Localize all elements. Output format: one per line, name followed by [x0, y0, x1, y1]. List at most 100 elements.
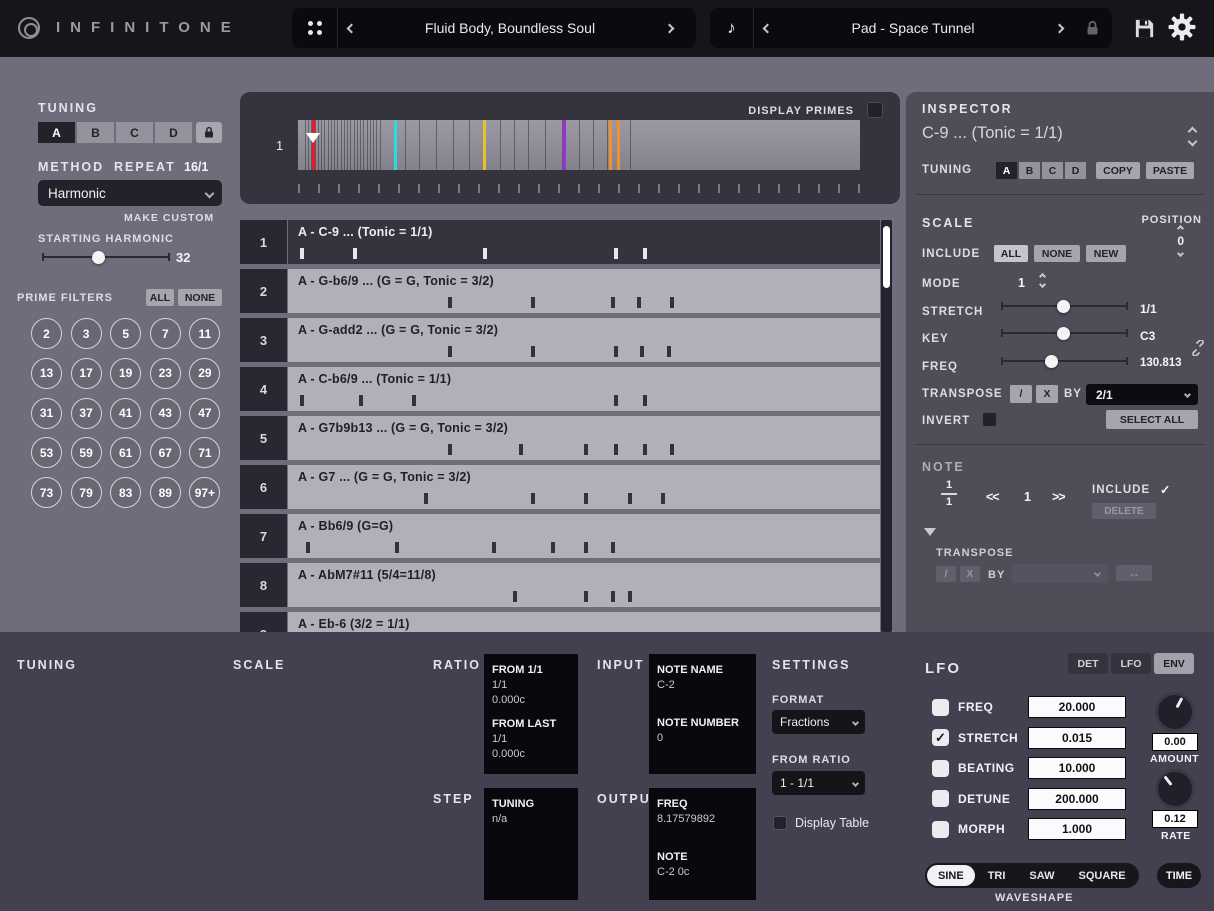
- lfo-tab-det[interactable]: DET: [1068, 653, 1108, 674]
- beating-value-field[interactable]: 10.000: [1028, 757, 1126, 780]
- from-ratio-dropdown[interactable]: 1 - 1/1: [772, 771, 865, 795]
- prime-filter-83[interactable]: 83: [110, 477, 142, 509]
- sequence-row[interactable]: 1 A - C-9 ... (Tonic = 1/1): [240, 220, 880, 264]
- harmonic-strip[interactable]: [298, 120, 860, 170]
- patch-browser-button[interactable]: ♪: [710, 8, 754, 48]
- sequence-scrollbar-thumb[interactable]: [883, 226, 890, 288]
- prime-filter-17[interactable]: 17: [70, 357, 102, 389]
- song-prev-button[interactable]: [338, 23, 364, 33]
- slider-handle[interactable]: [1057, 327, 1070, 340]
- starting-harmonic-slider[interactable]: [42, 251, 170, 264]
- tuning-tab-a[interactable]: A: [996, 162, 1017, 179]
- selection-stepper[interactable]: [1187, 126, 1198, 147]
- prime-filter-61[interactable]: 61: [110, 437, 142, 469]
- song-next-button[interactable]: [656, 23, 682, 33]
- prime-filter-43[interactable]: 43: [149, 397, 181, 429]
- note-index-value[interactable]: 1: [1024, 490, 1031, 504]
- sequence-row-body[interactable]: A - G7b9b13 ... (G = G, Tonic = 3/2): [288, 416, 880, 460]
- display-table-checkbox[interactable]: [773, 816, 787, 830]
- prime-filter-37[interactable]: 37: [70, 397, 102, 429]
- prime-filter-53[interactable]: 53: [31, 437, 62, 469]
- wave-sine-button[interactable]: SINE: [927, 865, 975, 886]
- prime-filter-79[interactable]: 79: [70, 477, 102, 509]
- freq-slider[interactable]: [1001, 355, 1128, 368]
- slider-handle[interactable]: [1045, 355, 1058, 368]
- prime-filter-7[interactable]: 7: [149, 318, 181, 349]
- repeat-value[interactable]: 16/1: [184, 160, 208, 174]
- select-all-button[interactable]: SELECT ALL: [1106, 410, 1198, 429]
- tuning-tab-c[interactable]: C: [116, 122, 153, 143]
- wave-square-button[interactable]: SQUARE: [1067, 865, 1136, 886]
- sequence-row[interactable]: 6 A - G7 ... (G = G, Tonic = 3/2): [240, 465, 880, 509]
- tuning-tab-d[interactable]: D: [155, 122, 192, 143]
- rate-value-field[interactable]: 0.12: [1152, 810, 1198, 828]
- song-preset-title[interactable]: Fluid Body, Boundless Soul: [364, 20, 656, 36]
- method-dropdown[interactable]: Harmonic: [38, 180, 222, 206]
- prime-filter-13[interactable]: 13: [31, 357, 62, 389]
- include-new-button[interactable]: NEW: [1086, 245, 1126, 262]
- prime-filter-2[interactable]: 2: [31, 318, 62, 349]
- mode-stepper[interactable]: [1038, 272, 1047, 289]
- stretch-slider[interactable]: [1001, 300, 1128, 313]
- slider-handle[interactable]: [1057, 300, 1070, 313]
- key-value[interactable]: C3: [1140, 329, 1155, 343]
- prime-filter-23[interactable]: 23: [149, 357, 181, 389]
- sequence-row-body[interactable]: A - G-b6/9 ... (G = G, Tonic = 3/2): [288, 269, 880, 313]
- detune-value-field[interactable]: 200.000: [1028, 787, 1126, 810]
- sequence-row[interactable]: 4 A - C-b6/9 ... (Tonic = 1/1): [240, 367, 880, 411]
- chevron-up-icon[interactable]: [1187, 126, 1198, 137]
- key-freq-unlink-button[interactable]: [1190, 339, 1206, 361]
- mode-value[interactable]: 1: [1018, 276, 1025, 290]
- sequence-row-body[interactable]: A - AbM7#11 (5/4=11/8): [288, 563, 880, 607]
- stretch-checkbox[interactable]: ✓: [932, 729, 949, 747]
- prime-filter-41[interactable]: 41: [110, 397, 142, 429]
- repeat-label[interactable]: REPEAT: [114, 160, 176, 174]
- starting-harmonic-value[interactable]: 32: [176, 250, 190, 265]
- freq-checkbox[interactable]: [932, 698, 949, 716]
- beating-checkbox[interactable]: [932, 759, 949, 777]
- include-all-button[interactable]: ALL: [994, 245, 1028, 262]
- sequence-row[interactable]: 3 A - G-add2 ... (G = G, Tonic = 3/2): [240, 318, 880, 362]
- patch-preset-title[interactable]: Pad - Space Tunnel: [780, 20, 1046, 36]
- preset-browser-button[interactable]: [292, 8, 338, 48]
- sequence-row-body[interactable]: A - G7 ... (G = G, Tonic = 3/2): [288, 465, 880, 509]
- make-custom-link[interactable]: MAKE CUSTOM: [124, 212, 214, 224]
- save-button[interactable]: [1133, 17, 1156, 45]
- sequence-row[interactable]: 7 A - Bb6/9 (G=G): [240, 514, 880, 558]
- sequence-row-body[interactable]: A - Eb-6 (3/2 = 1/1): [288, 612, 880, 632]
- morph-checkbox[interactable]: [932, 820, 949, 838]
- tuning-tab-b[interactable]: B: [77, 122, 114, 143]
- tuning-tab-a[interactable]: A: [38, 122, 75, 143]
- sequence-row[interactable]: 9 A - Eb-6 (3/2 = 1/1): [240, 612, 880, 632]
- chevron-down-icon[interactable]: [1038, 280, 1047, 289]
- format-dropdown[interactable]: Fractions: [772, 710, 865, 734]
- note-swap-button[interactable]: ↔: [1116, 565, 1152, 581]
- note-prev-button[interactable]: <<: [986, 490, 1000, 504]
- prime-filter-29[interactable]: 29: [189, 357, 221, 389]
- transpose-by-dropdown[interactable]: 2/1: [1086, 384, 1198, 405]
- freq-value-field[interactable]: 20.000: [1028, 696, 1126, 719]
- wave-tri-button[interactable]: TRI: [977, 865, 1017, 886]
- stretch-value[interactable]: 1/1: [1140, 302, 1157, 316]
- paste-button[interactable]: PASTE: [1146, 162, 1194, 179]
- note-include-check[interactable]: ✓: [1160, 482, 1170, 497]
- position-stepper[interactable]: 0: [1177, 224, 1185, 258]
- sequence-row[interactable]: 5 A - G7b9b13 ... (G = G, Tonic = 3/2): [240, 416, 880, 460]
- prime-filter-59[interactable]: 59: [70, 437, 102, 469]
- wave-saw-button[interactable]: SAW: [1018, 865, 1065, 886]
- chevron-up-icon[interactable]: [1038, 272, 1047, 281]
- key-slider[interactable]: [1001, 327, 1128, 340]
- chevron-up-icon[interactable]: [1177, 224, 1185, 233]
- note-ratio-fraction[interactable]: 1 1: [940, 480, 958, 508]
- prime-filter-11[interactable]: 11: [189, 318, 221, 349]
- note-delete-button[interactable]: DELETE: [1092, 503, 1156, 519]
- sequence-row-body[interactable]: A - C-9 ... (Tonic = 1/1): [288, 220, 880, 264]
- chevron-down-icon[interactable]: [1177, 249, 1185, 258]
- note-transpose-by-dropdown[interactable]: [1012, 564, 1108, 583]
- transpose-divide-button[interactable]: /: [1010, 385, 1032, 403]
- lfo-tab-env[interactable]: ENV: [1154, 653, 1194, 674]
- patch-next-button[interactable]: [1046, 23, 1072, 33]
- note-next-button[interactable]: >>: [1052, 490, 1066, 504]
- amount-knob[interactable]: [1155, 692, 1195, 732]
- lfo-tab-lfo[interactable]: LFO: [1111, 653, 1151, 674]
